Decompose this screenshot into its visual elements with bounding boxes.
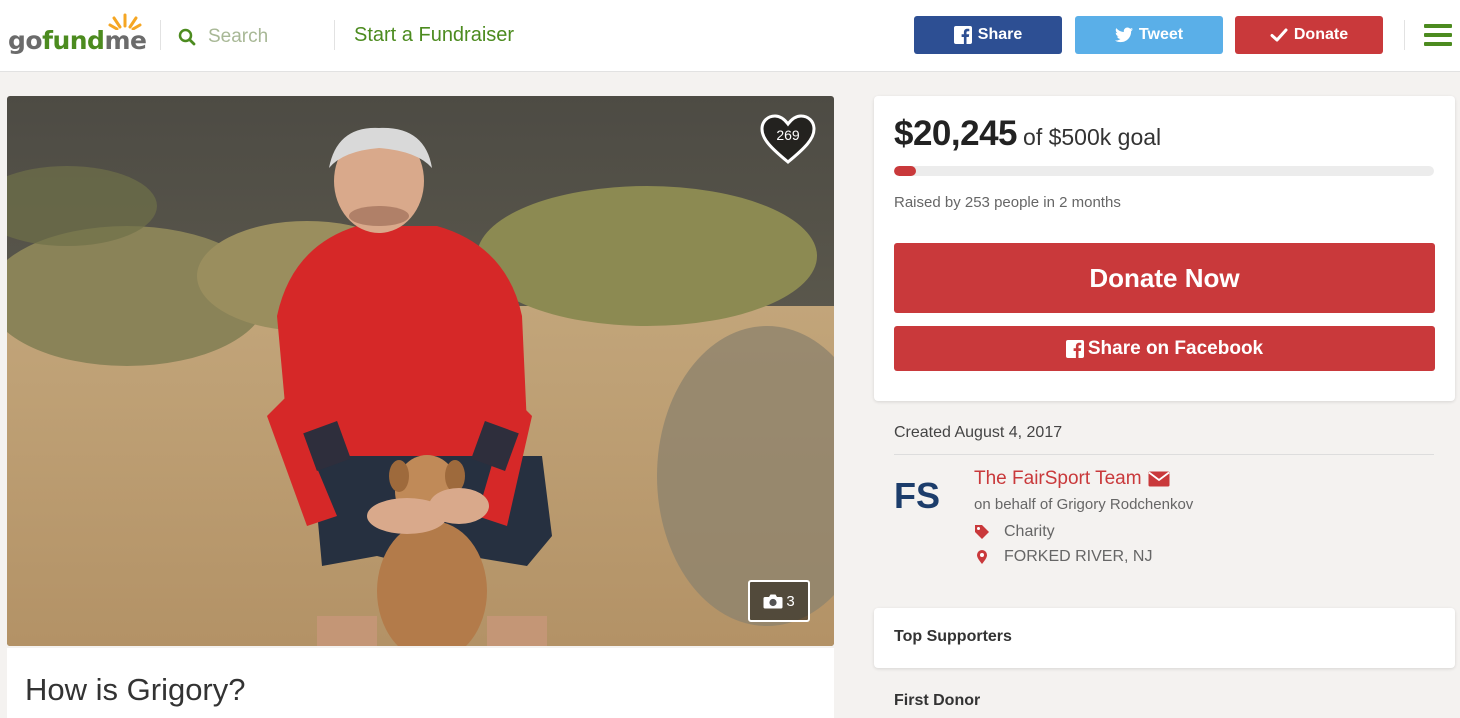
divider (894, 454, 1434, 455)
campaign-image (7, 96, 834, 646)
start-fundraiser-link[interactable]: Start a Fundraiser (354, 24, 514, 47)
first-donor-title: First Donor (894, 692, 981, 709)
donate-label: Donate (1293, 26, 1349, 43)
share-button[interactable]: Share (914, 16, 1062, 54)
raised-by-text: Raised by 253 people in 2 months (894, 194, 1121, 211)
donation-card: $20,245 of $500k goal Raised by 253 peop… (874, 96, 1455, 401)
top-supporters-title: Top Supporters (894, 628, 1012, 645)
gofundme-logo[interactable]: gofundme (8, 12, 148, 56)
goal-amount: of $500k goal (1023, 124, 1162, 150)
search-icon (178, 28, 196, 46)
share-label: Share (977, 26, 1023, 43)
site-header: gofundme Search Start a Fundraiser Share… (0, 0, 1460, 72)
envelope-icon[interactable] (1148, 471, 1170, 487)
favorite-heart-badge[interactable]: 269 (759, 114, 817, 166)
location-row: FORKED RIVER, NJ (974, 548, 1152, 566)
organizer-logo-text: FS (894, 475, 940, 516)
organizer-name: The FairSport Team (974, 468, 1142, 489)
search-label: Search (208, 26, 269, 47)
photo-gallery-button[interactable]: 3 (748, 580, 810, 622)
progress-bar (894, 166, 1434, 176)
tag-icon (975, 525, 989, 539)
story-section: How is Grigory? (7, 648, 834, 718)
divider (334, 20, 335, 50)
progress-fill (894, 166, 916, 176)
donate-now-button[interactable]: Donate Now (894, 243, 1435, 313)
heart-count: 269 (776, 127, 800, 143)
map-pin-icon (977, 550, 987, 564)
tweet-label: Tweet (1138, 26, 1184, 43)
location-label: FORKED RIVER, NJ (1004, 548, 1153, 565)
hamburger-menu-icon[interactable] (1424, 24, 1452, 46)
divider (1404, 20, 1405, 50)
facebook-icon (1065, 339, 1084, 358)
amount-raised-row: $20,245 of $500k goal (894, 114, 1161, 154)
amount-raised: $20,245 (894, 114, 1018, 153)
share-on-facebook-button[interactable]: Share on Facebook (894, 326, 1435, 371)
campaign-title: How is Grigory? (25, 672, 246, 707)
tweet-button[interactable]: Tweet (1075, 16, 1223, 54)
camera-icon (763, 594, 783, 609)
checkmark-icon (1270, 28, 1288, 42)
organizer-name-link[interactable]: The FairSport Team (974, 468, 1170, 490)
organizer-logo[interactable]: FS (890, 472, 952, 518)
category-row[interactable]: Charity (974, 523, 1055, 541)
photo-count: 3 (786, 592, 795, 610)
facebook-icon (953, 26, 972, 44)
top-supporters-card: Top Supporters (874, 608, 1455, 668)
share-on-facebook-label: Share on Facebook (1087, 337, 1264, 359)
on-behalf-of: on behalf of Grigory Rodchenkov (974, 496, 1194, 513)
donate-button[interactable]: Donate (1235, 16, 1383, 54)
campaign-photo[interactable]: 269 3 (7, 96, 834, 646)
twitter-icon (1114, 27, 1133, 43)
created-date: Created August 4, 2017 (894, 424, 1063, 441)
divider (160, 20, 161, 50)
logo-wordmark: gofundme (8, 26, 147, 55)
category-label: Charity (1004, 523, 1055, 540)
search-button[interactable]: Search (178, 22, 318, 52)
